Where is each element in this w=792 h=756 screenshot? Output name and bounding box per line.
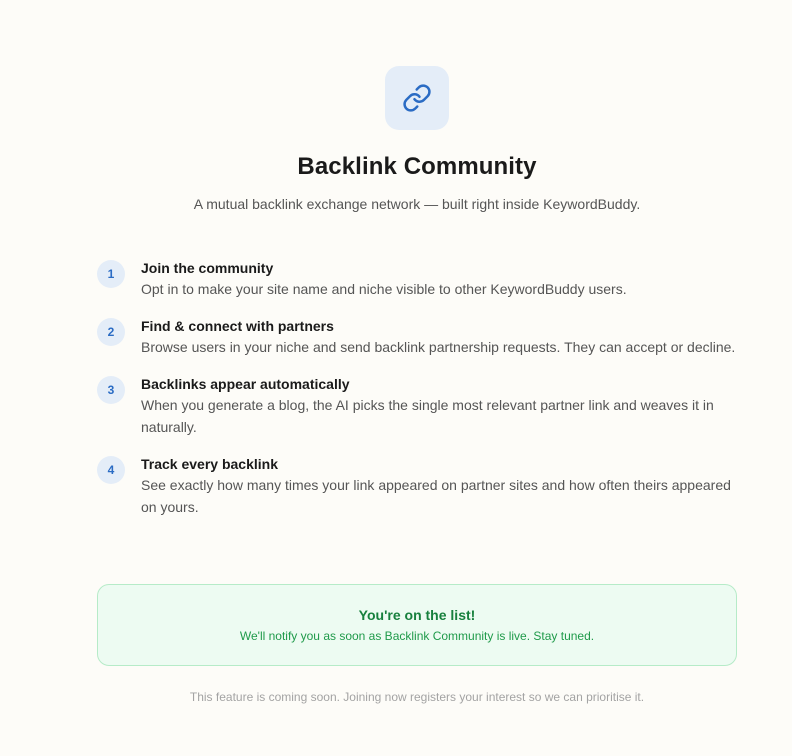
steps-list: 1 Join the community Opt in to make your… xyxy=(97,259,737,535)
waitlist-confirmation-text: We'll notify you as soon as Backlink Com… xyxy=(239,629,595,643)
step-item-4: 4 Track every backlink See exactly how m… xyxy=(97,455,737,518)
step-title: Find & connect with partners xyxy=(141,318,334,334)
step-description: When you generate a blog, the AI picks t… xyxy=(141,397,714,435)
step-title: Join the community xyxy=(141,260,274,276)
page-title: Backlink Community xyxy=(297,153,537,180)
step-number-badge: 4 xyxy=(97,456,125,484)
step-description: Browse users in your niche and send back… xyxy=(141,339,736,355)
waitlist-confirmation-title: You're on the list! xyxy=(358,607,476,623)
waitlist-confirmation-banner: You're on the list! We'll notify you as … xyxy=(97,584,737,666)
link-icon xyxy=(403,84,431,112)
step-item-1: 1 Join the community Opt in to make your… xyxy=(97,259,737,300)
coming-soon-footnote: This feature is coming soon. Joining now… xyxy=(189,690,645,704)
hero-icon-container xyxy=(385,66,449,130)
step-number-badge: 2 xyxy=(97,318,125,346)
step-item-3: 3 Backlinks appear automatically When yo… xyxy=(97,375,737,438)
step-title: Track every backlink xyxy=(141,456,278,472)
step-item-2: 2 Find & connect with partners Browse us… xyxy=(97,317,737,358)
step-number-badge: 1 xyxy=(97,260,125,288)
step-description: Opt in to make your site name and niche … xyxy=(141,281,627,297)
page-subtitle: A mutual backlink exchange network — bui… xyxy=(193,196,641,212)
backlink-community-page: Backlink Community A mutual backlink exc… xyxy=(0,0,792,756)
step-description: See exactly how many times your link app… xyxy=(141,477,731,515)
step-number-badge: 3 xyxy=(97,376,125,404)
step-title: Backlinks appear automatically xyxy=(141,376,350,392)
